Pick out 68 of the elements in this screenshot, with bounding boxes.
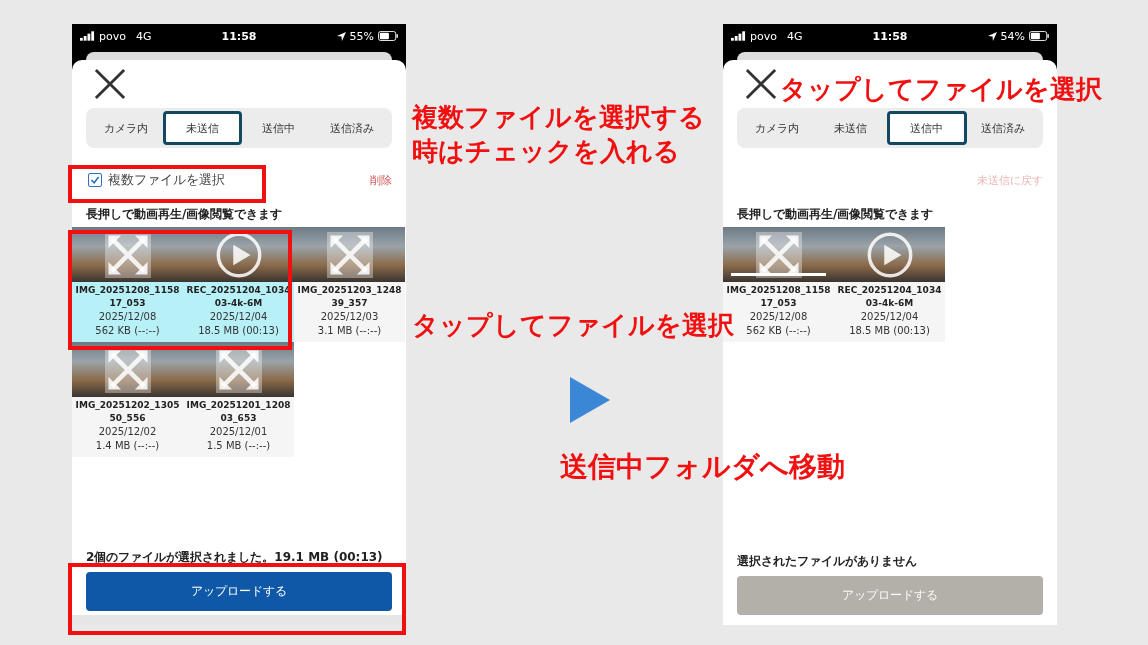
file-name: IMG_20251201_120803_653 [185, 399, 292, 425]
annotation-text: 送信中フォルダへ移動 [560, 449, 845, 485]
play-icon [866, 231, 913, 278]
folder-tab[interactable]: 未送信 [813, 111, 887, 145]
file-size: 3.1 MB (--:--) [316, 324, 383, 338]
close-icon[interactable] [745, 68, 777, 100]
hint-text: 長押しで動画再生/画像閲覧できます [737, 206, 935, 223]
file-size: 562 KB (--:--) [94, 324, 161, 338]
upload-button[interactable]: アップロードする [86, 572, 392, 611]
folder-tab[interactable]: カメラ内 [740, 111, 814, 145]
carrier-label: povo [99, 29, 126, 43]
folder-tab[interactable]: 未送信 [162, 111, 242, 145]
folder-tab[interactable]: 送信済み [315, 111, 389, 145]
file-name: IMG_20251208_115817_053 [725, 284, 832, 310]
network-label: 4G [135, 29, 152, 43]
file-tile[interactable]: IMG_20251201_120803_653 2025/12/01 1.5 MB (--:--) [183, 342, 294, 457]
file-date: 2025/12/08 [748, 310, 809, 324]
clock-time: 11:58 [872, 29, 908, 43]
close-icon[interactable] [94, 68, 126, 100]
file-size: 18.5 MB (00:13) [848, 324, 931, 338]
file-date: 2025/12/02 [97, 425, 158, 439]
file-name: IMG_20251203_124839_357 [296, 284, 403, 310]
file-size: 1.5 MB (--:--) [205, 439, 272, 453]
folder-tab[interactable]: 送信済み [966, 111, 1040, 145]
clock-time: 11:58 [221, 29, 257, 43]
battery-icon [378, 31, 398, 41]
file-size: 1.4 MB (--:--) [94, 439, 161, 453]
selection-status: 2個のファイルが選択されました。19.1 MB (00:13) [86, 549, 384, 566]
play-arrow-icon [570, 377, 610, 423]
folder-tab[interactable]: カメラ内 [89, 111, 163, 145]
network-label: 4G [786, 29, 803, 43]
expand-arrows-icon [755, 231, 802, 278]
location-arrow-icon [336, 31, 346, 41]
file-name: REC_20251204_103403-4k-6M [185, 284, 292, 310]
annotation-text: 複数ファイルを選択する時はチェックを入れる [412, 101, 706, 168]
file-date: 2025/12/01 [208, 425, 269, 439]
file-tile[interactable]: REC_20251204_103403-4k-6M 2025/12/04 18.5 MB (00:13) [834, 227, 945, 342]
play-icon [215, 231, 262, 278]
battery-icon [1029, 31, 1049, 41]
file-date: 2025/12/08 [97, 310, 158, 324]
checkbox[interactable] [88, 173, 102, 187]
folder-tab[interactable]: 送信中 [242, 111, 316, 145]
file-date: 2025/12/03 [319, 310, 380, 324]
annotation-text: タップしてファイルを選択 [780, 73, 1102, 106]
file-name: IMG_20251208_115817_053 [74, 284, 181, 310]
file-tile[interactable]: REC_20251204_103403-4k-6M 2025/12/04 18.5 MB (00:13) [183, 227, 294, 342]
expand-arrows-icon [104, 231, 151, 278]
file-tile[interactable]: IMG_20251203_124839_357 2025/12/03 3.1 MB (--:--) [294, 227, 405, 342]
file-tile[interactable]: IMG_20251202_130550_556 2025/12/02 1.4 MB (--:--) [72, 342, 183, 457]
file-name: IMG_20251202_130550_556 [74, 399, 181, 425]
file-date: 2025/12/04 [859, 310, 920, 324]
expand-arrows-icon [326, 231, 373, 278]
file-size: 562 KB (--:--) [745, 324, 812, 338]
folder-tab[interactable]: 送信中 [887, 111, 967, 145]
selection-status: 選択されたファイルがありません [737, 553, 918, 570]
file-name: REC_20251204_103403-4k-6M [836, 284, 943, 310]
battery-percent: 54% [1000, 29, 1025, 43]
action-link[interactable]: 削除 [370, 172, 392, 188]
signal-icon [80, 31, 95, 41]
location-arrow-icon [987, 31, 997, 41]
hint-text: 長押しで動画再生/画像閲覧できます [86, 206, 284, 223]
file-tile[interactable]: IMG_20251208_115817_053 2025/12/08 562 KB (--:--) [72, 227, 183, 342]
battery-percent: 55% [349, 29, 374, 43]
signal-icon [731, 31, 746, 41]
file-size: 18.5 MB (00:13) [197, 324, 280, 338]
carrier-label: povo [750, 29, 777, 43]
file-date: 2025/12/04 [208, 310, 269, 324]
checkbox-label: 複数ファイルを選択 [108, 171, 225, 189]
